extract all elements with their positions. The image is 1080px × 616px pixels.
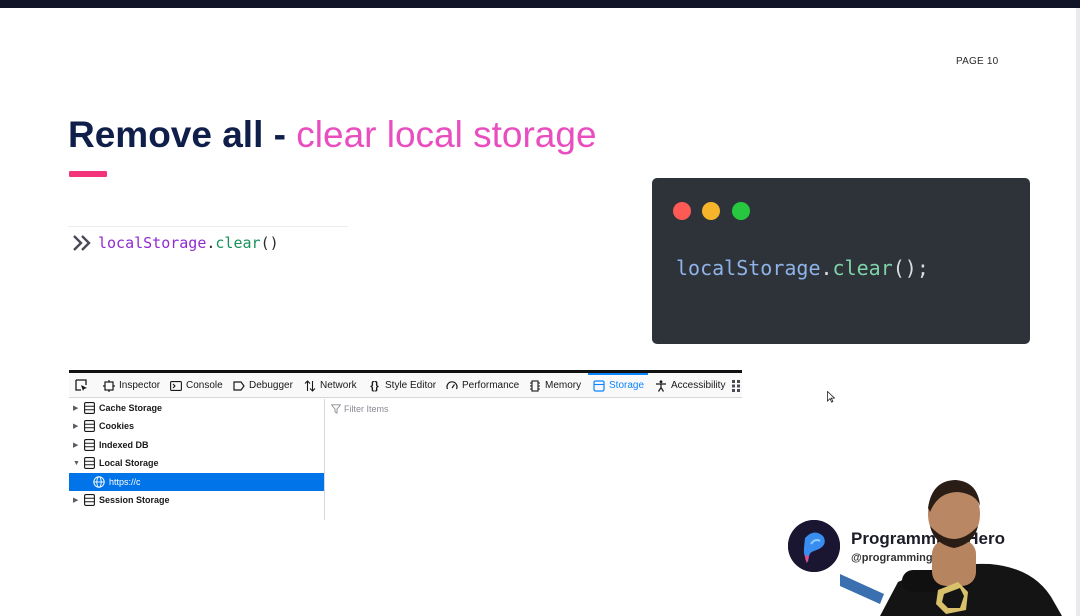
memory-icon (528, 379, 541, 392)
overflow-grid-icon (732, 379, 741, 392)
tree-item-local-storage[interactable]: ▼ Local Storage (69, 454, 324, 472)
code-parens: (); (892, 256, 929, 280)
tab-console[interactable]: Console (169, 373, 223, 398)
storage-icon (592, 379, 605, 392)
title-accent: clear local storage (296, 114, 597, 155)
console-icon (169, 379, 182, 392)
style-editor-icon: {} (370, 379, 379, 392)
page-number: PAGE 10 (956, 56, 999, 67)
tree-item-label: Session Storage (99, 495, 170, 505)
console-code: localStorage.clear() (98, 234, 279, 252)
globe-icon (93, 476, 105, 488)
devtools-panel: Inspector Console Debugger Network {} St… (69, 370, 742, 520)
collapsed-arrow-icon[interactable]: ▶ (73, 404, 81, 412)
code-window: localStorage.clear(); (652, 178, 1030, 344)
collapsed-arrow-icon[interactable]: ▶ (73, 496, 81, 504)
tree-item-label: Cookies (99, 421, 135, 431)
title-underline (69, 171, 107, 177)
tree-item-indexed-db[interactable]: ▶ Indexed DB (69, 436, 324, 454)
collapsed-arrow-icon[interactable]: ▶ (73, 441, 81, 449)
tab-performance-label: Performance (462, 380, 520, 391)
storage-tree: ▶ Cache Storage ▶ Cookies ▶ Indexed DB ▼… (69, 399, 325, 520)
tab-accessibility[interactable]: Accessibility (654, 373, 725, 398)
window-minimize-dot-icon (702, 202, 720, 220)
code-object: localStorage (676, 256, 821, 280)
title-main: Remove all (68, 114, 264, 155)
tree-item-label: Local Storage (99, 458, 159, 468)
tab-performance[interactable]: Performance (445, 373, 519, 398)
database-icon (84, 494, 95, 506)
tree-item-cookies[interactable]: ▶ Cookies (69, 417, 324, 435)
collapsed-arrow-icon[interactable]: ▶ (73, 422, 81, 430)
tab-accessibility-label: Accessibility (671, 380, 726, 391)
window-maximize-dot-icon (732, 202, 750, 220)
debugger-icon (232, 379, 245, 392)
window-close-dot-icon (673, 202, 691, 220)
filter-icon (331, 404, 341, 414)
more-tools-button[interactable] (732, 373, 745, 398)
tab-storage[interactable]: Storage (587, 373, 649, 398)
network-icon (303, 379, 316, 392)
mouse-cursor-icon (827, 391, 835, 403)
tree-item-local-storage-origin[interactable]: https://c (69, 473, 324, 491)
top-bar (0, 0, 1080, 8)
inspector-icon (102, 379, 115, 392)
database-icon (84, 420, 95, 432)
database-icon (84, 439, 95, 451)
element-picker-button[interactable] (75, 373, 92, 398)
code-dot: . (820, 256, 833, 280)
tab-memory[interactable]: Memory (528, 373, 581, 398)
console-prompt-icon (73, 235, 91, 251)
tab-debugger[interactable]: Debugger (232, 373, 293, 398)
tab-style-editor-label: Style Editor (385, 380, 437, 391)
brand-logo (788, 520, 840, 572)
tab-inspector-label: Inspector (119, 380, 161, 391)
brand-logo-icon (788, 520, 840, 572)
presenter-webcam (840, 480, 1062, 616)
slide-title: Remove all - clear local storage (68, 112, 597, 158)
console-code-object: localStorage (98, 234, 207, 252)
database-icon (84, 402, 95, 414)
tab-debugger-label: Debugger (249, 380, 293, 391)
console-snippet: localStorage.clear() (68, 226, 348, 258)
tree-item-cache-storage[interactable]: ▶ Cache Storage (69, 399, 324, 417)
code-method: clear (832, 256, 893, 280)
tree-item-label: https://c (109, 477, 141, 487)
tab-style-editor[interactable]: {} Style Editor (368, 373, 436, 398)
filter-placeholder: Filter Items (344, 404, 389, 414)
tree-item-label: Indexed DB (99, 440, 149, 450)
filter-items-input[interactable]: Filter Items (331, 402, 389, 416)
expanded-arrow-icon[interactable]: ▼ (73, 460, 81, 467)
database-icon (84, 457, 95, 469)
title-separator: - (263, 114, 297, 155)
devtools-toolbar: Inspector Console Debugger Network {} St… (69, 373, 742, 398)
code-line: localStorage.clear(); (676, 256, 929, 280)
tab-console-label: Console (186, 380, 223, 391)
tab-network-label: Network (320, 380, 357, 391)
performance-icon (445, 379, 458, 392)
tab-inspector[interactable]: Inspector (102, 373, 160, 398)
tree-item-label: Cache Storage (99, 403, 163, 413)
accessibility-icon (654, 379, 667, 392)
tree-item-session-storage[interactable]: ▶ Session Storage (69, 491, 324, 509)
tab-memory-label: Memory (545, 380, 582, 391)
tab-storage-label: Storage (609, 380, 645, 391)
console-code-method: clear (215, 234, 261, 252)
picker-icon (75, 379, 88, 392)
tab-network[interactable]: Network (303, 373, 357, 398)
console-code-parens: () (260, 234, 279, 252)
